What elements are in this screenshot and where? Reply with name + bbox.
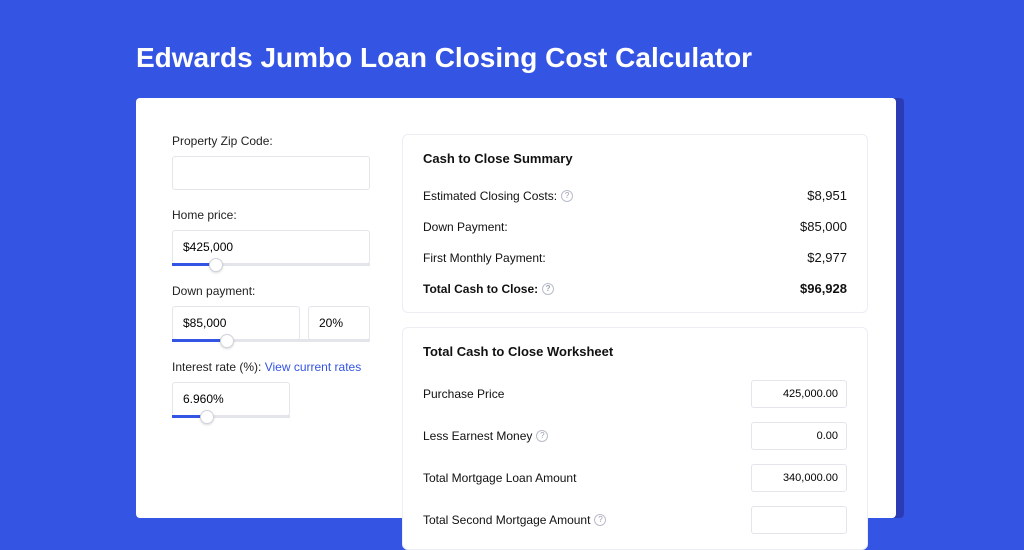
summary-row: First Monthly Payment: $2,977 xyxy=(423,242,847,273)
help-icon[interactable]: ? xyxy=(561,190,573,202)
down-payment-pct-input[interactable] xyxy=(308,306,370,340)
home-price-label: Home price: xyxy=(172,208,370,222)
form-column: Property Zip Code: Home price: Down paym… xyxy=(136,134,394,518)
page-title: Edwards Jumbo Loan Closing Cost Calculat… xyxy=(0,0,1024,98)
calculator-card: Property Zip Code: Home price: Down paym… xyxy=(136,98,896,518)
summary-panel: Cash to Close Summary Estimated Closing … xyxy=(402,134,868,313)
worksheet-row-input[interactable] xyxy=(751,464,847,492)
summary-row: Down Payment: $85,000 xyxy=(423,211,847,242)
summary-row: Total Cash to Close: ? $96,928 xyxy=(423,273,847,304)
down-payment-slider-fill xyxy=(172,339,227,342)
interest-slider-thumb[interactable] xyxy=(200,410,214,424)
interest-label: Interest rate (%): xyxy=(172,360,261,374)
summary-row-label: Total Cash to Close: ? xyxy=(423,282,554,296)
worksheet-row-label: Less Earnest Money ? xyxy=(423,429,548,443)
worksheet-row-input[interactable] xyxy=(751,422,847,450)
summary-row-value: $2,977 xyxy=(807,250,847,265)
summary-row-label: Down Payment: xyxy=(423,220,508,234)
down-payment-slider-thumb[interactable] xyxy=(220,334,234,348)
help-icon[interactable]: ? xyxy=(536,430,548,442)
home-price-slider-thumb[interactable] xyxy=(209,258,223,272)
zip-group: Property Zip Code: xyxy=(172,134,370,190)
zip-label: Property Zip Code: xyxy=(172,134,370,148)
home-price-slider[interactable] xyxy=(172,263,370,266)
home-price-group: Home price: xyxy=(172,208,370,266)
card-body: Property Zip Code: Home price: Down paym… xyxy=(136,98,896,518)
results-column: Cash to Close Summary Estimated Closing … xyxy=(394,134,896,518)
help-icon[interactable]: ? xyxy=(594,514,606,526)
worksheet-row-input[interactable] xyxy=(751,506,847,534)
worksheet-row: Total Mortgage Loan Amount xyxy=(423,457,847,499)
home-price-input[interactable] xyxy=(172,230,370,264)
worksheet-panel: Total Cash to Close Worksheet Purchase P… xyxy=(402,327,868,550)
summary-row-value: $8,951 xyxy=(807,188,847,203)
down-payment-label: Down payment: xyxy=(172,284,370,298)
worksheet-row-label: Total Mortgage Loan Amount xyxy=(423,471,576,485)
down-payment-slider[interactable] xyxy=(172,339,370,342)
zip-input[interactable] xyxy=(172,156,370,190)
worksheet-heading: Total Cash to Close Worksheet xyxy=(423,344,847,359)
down-payment-group: Down payment: xyxy=(172,284,370,342)
down-payment-input[interactable] xyxy=(172,306,300,340)
interest-group: Interest rate (%): View current rates xyxy=(172,360,370,418)
worksheet-row-label: Purchase Price xyxy=(423,387,504,401)
summary-row-value: $96,928 xyxy=(800,281,847,296)
worksheet-row: Total Second Mortgage Amount ? xyxy=(423,499,847,541)
summary-row-value: $85,000 xyxy=(800,219,847,234)
worksheet-row-label: Total Second Mortgage Amount ? xyxy=(423,513,606,527)
summary-row-label: Estimated Closing Costs: ? xyxy=(423,189,573,203)
worksheet-row: Purchase Price xyxy=(423,373,847,415)
view-rates-link[interactable]: View current rates xyxy=(265,360,362,374)
help-icon[interactable]: ? xyxy=(542,283,554,295)
interest-slider[interactable] xyxy=(172,415,290,418)
summary-row: Estimated Closing Costs: ? $8,951 xyxy=(423,180,847,211)
worksheet-row-input[interactable] xyxy=(751,380,847,408)
summary-row-label: First Monthly Payment: xyxy=(423,251,546,265)
worksheet-row: Less Earnest Money ? xyxy=(423,415,847,457)
interest-label-row: Interest rate (%): View current rates xyxy=(172,360,370,374)
summary-heading: Cash to Close Summary xyxy=(423,151,847,166)
interest-input[interactable] xyxy=(172,382,290,416)
